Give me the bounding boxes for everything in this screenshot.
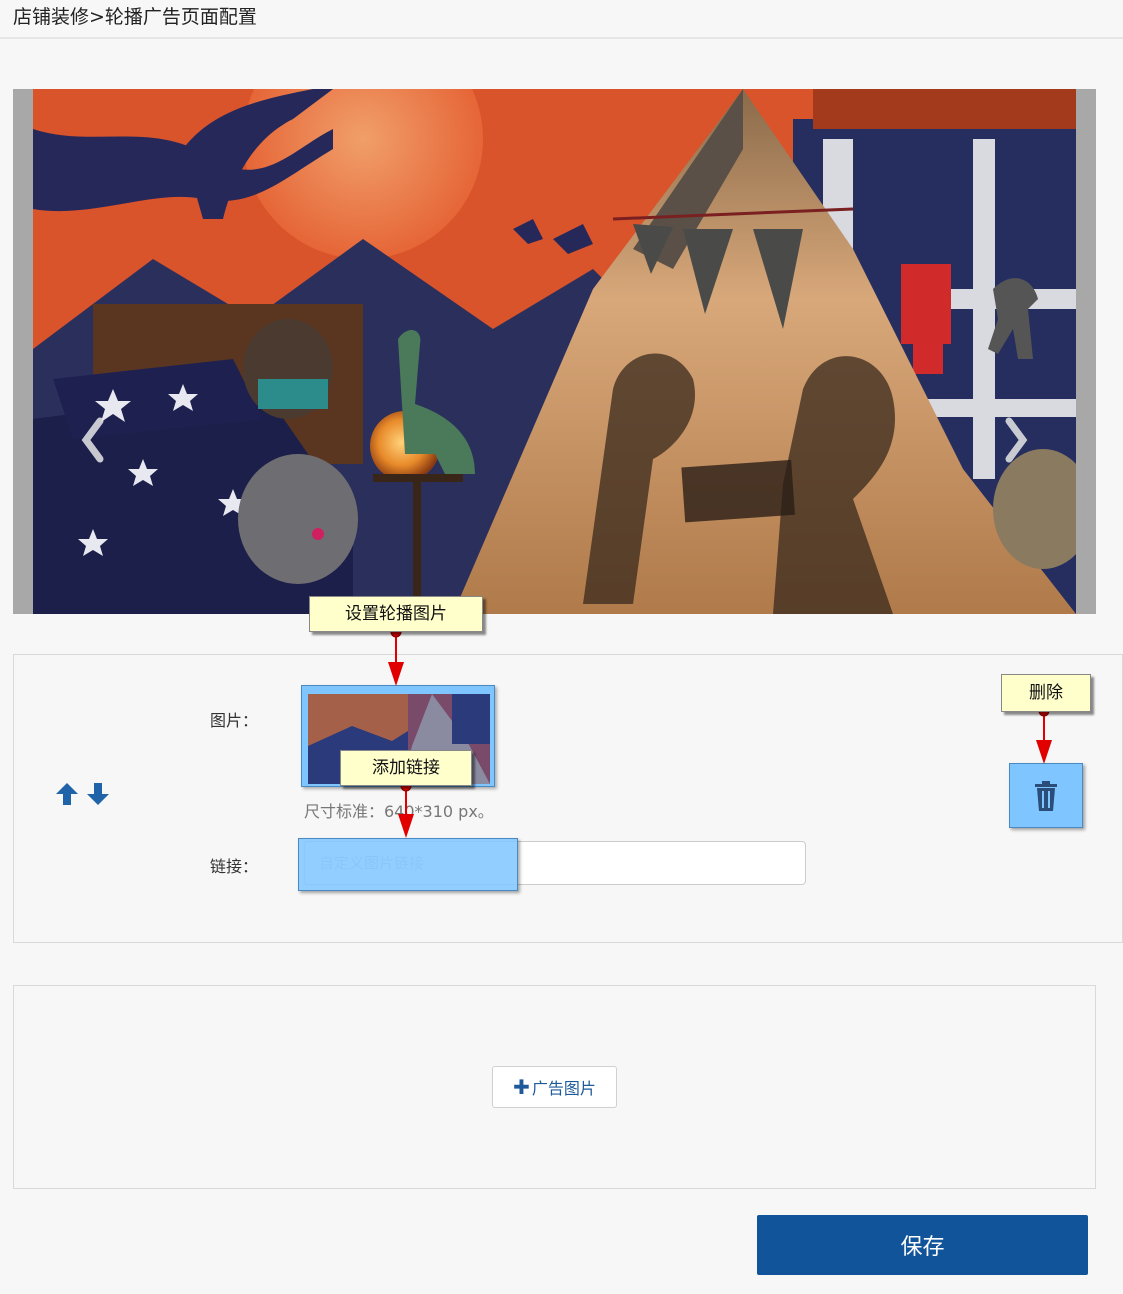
link-label: 链接：	[210, 857, 259, 876]
plus-icon: ✚	[513, 1075, 530, 1099]
callout-delete: 删除	[1001, 674, 1091, 712]
size-hint: 尺寸标准：640*310 px。	[304, 802, 494, 821]
carousel-image	[33, 89, 1076, 614]
callout-set-image: 设置轮播图片	[309, 596, 483, 632]
add-ad-image-label: 广告图片	[531, 1079, 596, 1098]
carousel-preview	[13, 89, 1096, 614]
link-input[interactable]	[304, 841, 806, 885]
chevron-right-icon	[1005, 417, 1028, 463]
carousel-prev-button[interactable]	[78, 415, 108, 465]
delete-button[interactable]	[1009, 763, 1083, 828]
sort-controls	[54, 781, 111, 811]
trash-icon	[1035, 780, 1057, 811]
callout-add-link: 添加链接	[340, 750, 472, 786]
image-label: 图片：	[210, 711, 259, 730]
add-ad-image-button[interactable]: ✚ 广告图片	[492, 1066, 617, 1108]
save-button[interactable]: 保存	[757, 1215, 1088, 1275]
carousel-next-button[interactable]	[1001, 415, 1031, 465]
top-bar: 店铺装修>轮播广告页面配置	[0, 0, 1123, 39]
slide-editor: 图片： 尺寸标准：640*310 px。 链接：	[13, 654, 1123, 943]
breadcrumb: 店铺装修>轮播广告页面配置	[13, 6, 257, 28]
add-image-panel: ✚ 广告图片	[13, 985, 1096, 1189]
chevron-left-icon	[81, 417, 104, 463]
arrow-down-icon[interactable]	[85, 781, 111, 807]
arrow-up-icon[interactable]	[54, 781, 80, 807]
